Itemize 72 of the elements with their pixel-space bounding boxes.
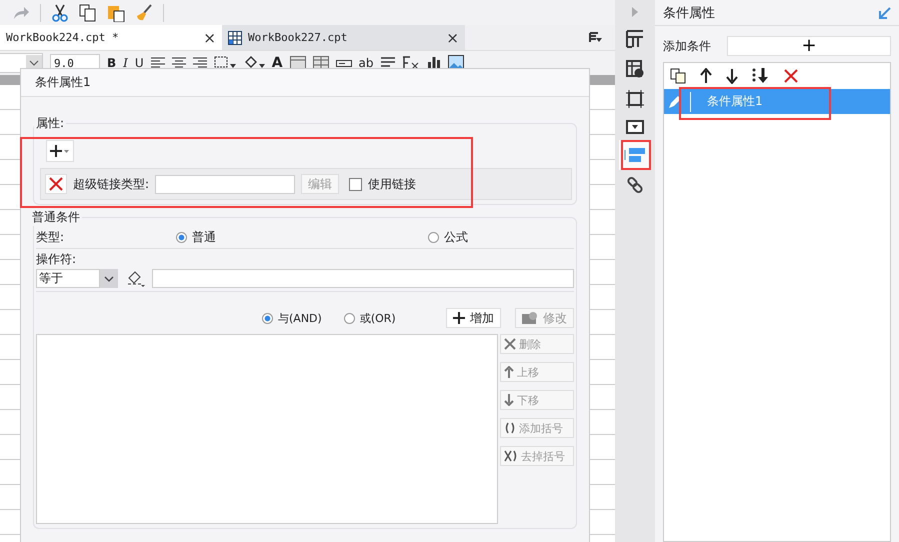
info-grid-icon[interactable] (626, 60, 644, 78)
panel-title: 条件属性 (663, 4, 715, 22)
bold-button[interactable]: B (107, 56, 116, 70)
checkbox-label: 使用链接 (368, 176, 416, 192)
radio-label: 普通 (192, 228, 216, 246)
plus-icon (50, 144, 70, 158)
radio-label: 与(AND) (278, 310, 322, 326)
arrow-up-icon (504, 366, 514, 378)
remove-parentheses-icon (504, 450, 518, 462)
arrow-down-icon[interactable] (726, 68, 738, 84)
text-tool-button[interactable]: ab (358, 56, 374, 70)
section-label: 属性: (35, 115, 66, 132)
add-condition-label: 添加条件 (663, 38, 711, 54)
radio-label: 公式 (444, 228, 468, 246)
close-button[interactable]: × (203, 28, 216, 46)
condition-list-icon[interactable] (624, 146, 646, 164)
arrow-down-icon (504, 394, 514, 406)
border-icon[interactable] (214, 56, 236, 70)
tab-label: WorkBook224.cpt * (6, 31, 120, 44)
highlight-frame (621, 140, 651, 170)
close-icon (504, 338, 516, 350)
align-center-icon[interactable] (172, 57, 186, 69)
radio-button[interactable] (262, 312, 273, 324)
formula-icon[interactable] (402, 56, 420, 70)
document-tab[interactable]: WorkBook227.cpt × (222, 25, 465, 50)
collapse-arrow-icon[interactable] (879, 6, 891, 18)
radio-label: 或(OR) (360, 310, 396, 326)
delete-icon[interactable] (784, 69, 798, 83)
copy-icon[interactable] (79, 4, 97, 22)
operator-dropdown[interactable]: 等于 (36, 269, 100, 288)
scissors-icon[interactable] (51, 4, 69, 22)
arrow-up-icon[interactable] (700, 68, 712, 84)
add-button[interactable]: 增加 (446, 308, 501, 328)
tab-label: WorkBook227.cpt (248, 31, 348, 44)
hyperlink-type-field[interactable] (155, 174, 296, 194)
align-right-icon[interactable] (192, 57, 207, 69)
paragraph-icon[interactable] (380, 57, 395, 69)
tab-menu-icon[interactable] (589, 32, 603, 44)
link-icon[interactable] (626, 176, 644, 194)
font-color-button[interactable]: A (272, 56, 283, 70)
underline-button[interactable]: U (134, 56, 144, 70)
add-dropdown-button[interactable] (46, 140, 74, 162)
move-to-bottom-icon[interactable] (752, 68, 770, 84)
checkbox[interactable] (349, 178, 362, 190)
merge-cells-icon[interactable] (290, 56, 306, 70)
operand-field[interactable] (152, 269, 574, 288)
close-icon (49, 177, 63, 191)
radio-button[interactable] (344, 312, 355, 324)
document-tab[interactable]: WorkBook224.cpt * × (0, 25, 222, 50)
copy-icon[interactable] (670, 68, 686, 84)
dropdown-widget-icon[interactable] (626, 120, 644, 134)
pencil-icon (668, 94, 682, 108)
align-left-icon[interactable] (150, 57, 165, 69)
add-condition-button[interactable]: + (727, 36, 891, 56)
frame-icon[interactable] (626, 90, 644, 108)
text-field-icon[interactable] (336, 58, 352, 68)
radio-button[interactable] (176, 232, 187, 242)
grid-icon (228, 30, 242, 44)
hyperlink-type-label: 超级链接类型: (73, 176, 150, 192)
paste-icon[interactable] (107, 4, 125, 22)
type-label: 类型: (36, 228, 66, 246)
section-label: 普通条件 (31, 209, 81, 226)
dialog-title: 条件属性1 (35, 74, 91, 91)
remove-button[interactable] (45, 174, 67, 194)
brush-icon[interactable] (135, 4, 153, 22)
italic-button[interactable]: I (123, 56, 128, 70)
radio-button[interactable] (428, 232, 439, 242)
parentheses-icon (504, 422, 516, 434)
plus-icon (453, 312, 465, 324)
close-button[interactable]: × (446, 28, 459, 46)
operator-label: 操作符: (36, 250, 76, 268)
table-icon[interactable] (312, 56, 329, 70)
